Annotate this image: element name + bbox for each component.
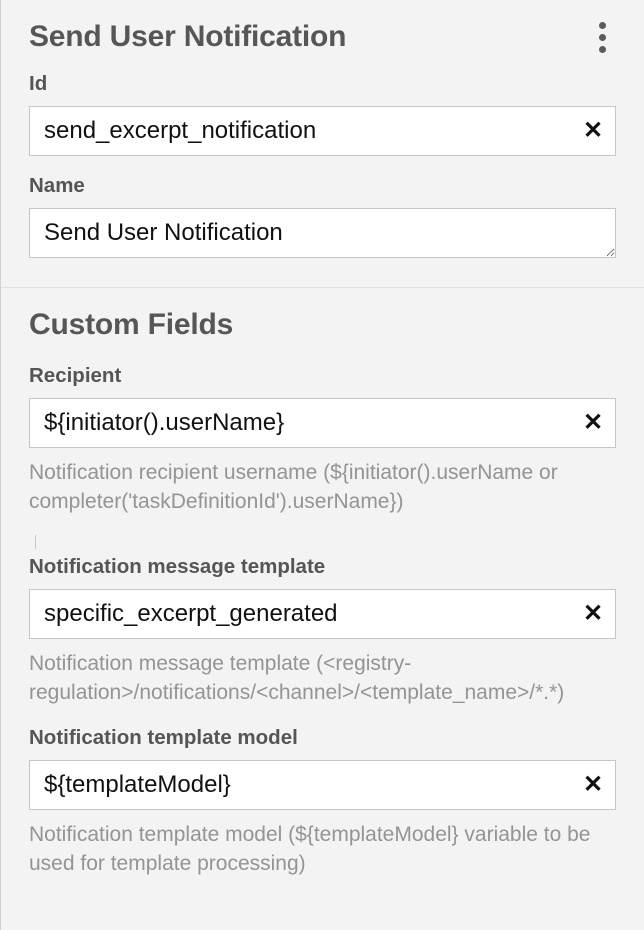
close-icon: ✕ — [583, 119, 603, 143]
template-input-wrap: ✕ — [29, 589, 616, 639]
close-icon: ✕ — [583, 602, 603, 626]
name-label: Name — [29, 174, 616, 198]
close-icon: ✕ — [583, 411, 603, 435]
model-label: Notification template model — [29, 726, 616, 750]
recipient-input-wrap: ✕ — [29, 398, 616, 448]
kebab-dot-icon — [599, 22, 606, 29]
section-title: Custom Fields — [29, 308, 233, 342]
general-section: Send User Notification Id ✕ Name — [1, 0, 644, 288]
model-input-wrap: ✕ — [29, 760, 616, 810]
kebab-menu-button[interactable] — [588, 20, 616, 54]
template-input[interactable] — [29, 589, 616, 639]
separator-tick — [35, 535, 39, 549]
recipient-help-text: Notification recipient username (${initi… — [29, 458, 616, 517]
section-header: Custom Fields — [29, 308, 616, 342]
recipient-field: Recipient ✕ Notification recipient usern… — [29, 364, 616, 517]
name-field: Name — [29, 174, 616, 263]
kebab-dot-icon — [599, 34, 606, 41]
template-label: Notification message template — [29, 555, 616, 579]
id-field: Id ✕ — [29, 72, 616, 156]
id-input-wrap: ✕ — [29, 106, 616, 156]
template-field: Notification message template ✕ Notifica… — [29, 555, 616, 708]
close-icon: ✕ — [583, 773, 603, 797]
model-field: Notification template model ✕ Notificati… — [29, 726, 616, 879]
recipient-input[interactable] — [29, 398, 616, 448]
name-textarea[interactable] — [29, 208, 616, 258]
kebab-dot-icon — [599, 46, 606, 53]
section-title: Send User Notification — [29, 20, 346, 54]
section-header: Send User Notification — [29, 20, 616, 54]
clear-model-button[interactable]: ✕ — [580, 772, 606, 798]
id-label: Id — [29, 72, 616, 96]
clear-recipient-button[interactable]: ✕ — [580, 410, 606, 436]
model-input[interactable] — [29, 760, 616, 810]
id-input[interactable] — [29, 106, 616, 156]
clear-id-button[interactable]: ✕ — [580, 118, 606, 144]
clear-template-button[interactable]: ✕ — [580, 601, 606, 627]
model-help-text: Notification template model (${templateM… — [29, 820, 616, 879]
recipient-label: Recipient — [29, 364, 616, 388]
template-help-text: Notification message template (<registry… — [29, 649, 616, 708]
properties-panel: Send User Notification Id ✕ Name Custom … — [0, 0, 644, 930]
custom-fields-section: Custom Fields Recipient ✕ Notification r… — [1, 288, 644, 886]
